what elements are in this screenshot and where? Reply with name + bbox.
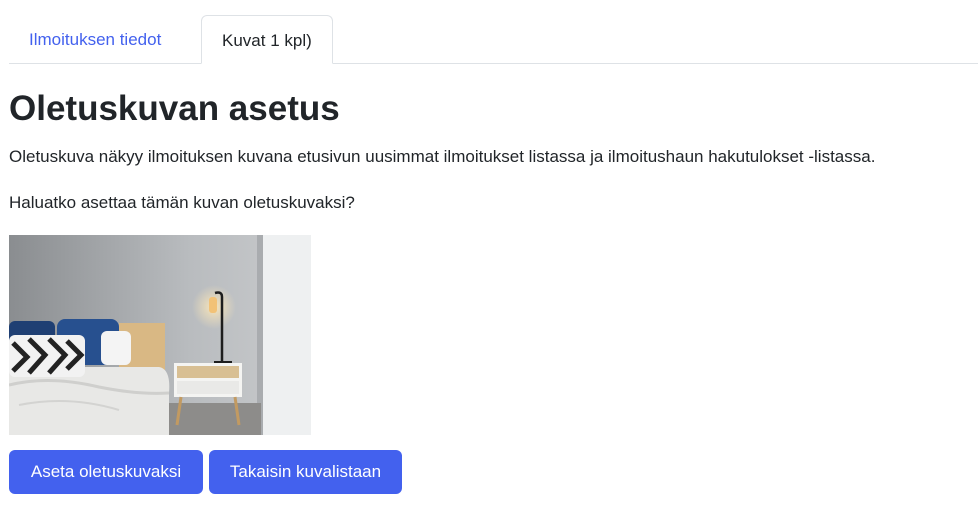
tab-bar: Ilmoituksen tiedot Kuvat 1 kpl) [9, 15, 978, 64]
listing-image [9, 235, 311, 435]
confirmation-question: Haluatko asettaa tämän kuvan oletuskuvak… [9, 193, 355, 212]
page-description: Oletuskuva näkyy ilmoituksen kuvana etus… [9, 147, 876, 166]
set-default-image-button[interactable]: Aseta oletuskuvaksi [9, 450, 203, 494]
tab-images[interactable]: Kuvat 1 kpl) [201, 15, 333, 64]
back-to-image-list-button[interactable]: Takaisin kuvalistaan [209, 450, 402, 494]
page-title: Oletuskuvan asetus [9, 89, 340, 128]
tab-ad-details[interactable]: Ilmoituksen tiedot [9, 15, 181, 64]
